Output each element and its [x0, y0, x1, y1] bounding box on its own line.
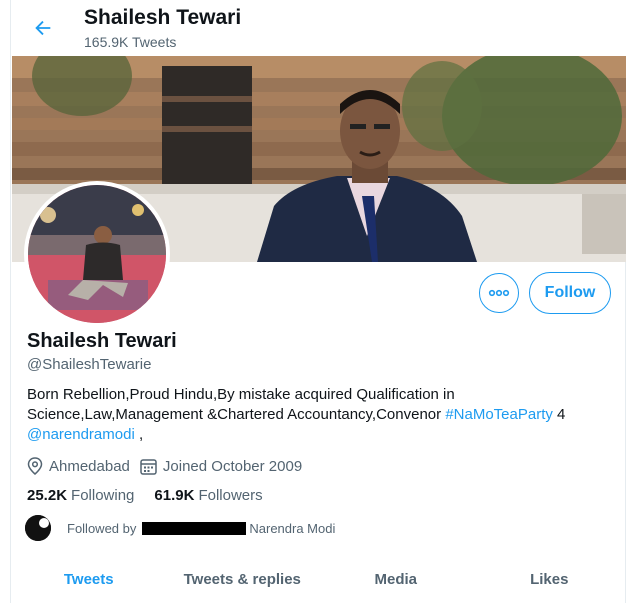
followers-count: 61.9K	[154, 487, 195, 504]
follow-button[interactable]: Follow	[529, 272, 611, 314]
tab-media[interactable]: Media	[319, 556, 473, 603]
tab-tweets[interactable]: Tweets	[12, 556, 166, 603]
header-title: Shailesh Tewari	[84, 6, 242, 29]
header-tweet-count: 165.9K Tweets	[84, 34, 177, 50]
bio-text-3: ,	[134, 426, 144, 443]
back-button[interactable]	[29, 14, 57, 42]
location-item: Ahmedabad	[27, 457, 130, 475]
profile-tabs: Tweets Tweets & replies Media Likes	[12, 556, 626, 603]
followers-label: Followers	[198, 487, 263, 504]
bio-text-2: 4	[552, 406, 566, 423]
follower-avatar	[25, 515, 51, 541]
bio-text: Born Rebellion,Proud Hindu,By mistake ac…	[27, 386, 455, 423]
calendar-icon	[140, 458, 157, 475]
followers-link[interactable]: 61.9K Followers	[154, 487, 262, 504]
followed-by-prefix: Followed by	[67, 520, 137, 536]
bio-mention-link[interactable]: @narendramodi	[27, 426, 135, 443]
profile-stats: 25.2K Following 61.9K Followers	[27, 487, 283, 504]
profile-bio: Born Rebellion,Proud Hindu,By mistake ac…	[27, 385, 617, 445]
joined-text: Joined October 2009	[162, 457, 303, 475]
tab-likes[interactable]: Likes	[473, 556, 627, 603]
tab-tweets-replies[interactable]: Tweets & replies	[166, 556, 320, 603]
following-count: 25.2K	[27, 487, 68, 504]
location-pin-icon	[27, 457, 43, 475]
profile-handle: @ShaileshTewarie	[27, 356, 152, 373]
following-label: Following	[71, 487, 135, 504]
redacted-name	[142, 521, 247, 535]
profile-page: Shailesh Tewari 165.9K Tweets Follow Sha…	[10, 0, 627, 603]
profile-meta: Ahmedabad Joined October 2009	[27, 456, 312, 476]
followed-by-names: Narendra Modi	[249, 520, 336, 536]
more-options-button[interactable]	[479, 273, 519, 313]
followed-by[interactable]: Followed by Narendra Modi	[25, 515, 335, 541]
profile-avatar[interactable]	[24, 181, 170, 327]
arrow-left-icon	[35, 20, 51, 36]
profile-name: Shailesh Tewari	[27, 330, 177, 352]
more-icon	[488, 289, 510, 297]
joined-item: Joined October 2009	[140, 458, 302, 475]
profile-header: Shailesh Tewari 165.9K Tweets	[11, 0, 627, 56]
bio-hashtag-link[interactable]: #NaMoTeaParty	[445, 406, 553, 423]
avatar-image	[28, 185, 166, 323]
location-text: Ahmedabad	[49, 457, 130, 475]
following-link[interactable]: 25.2K Following	[27, 487, 134, 504]
